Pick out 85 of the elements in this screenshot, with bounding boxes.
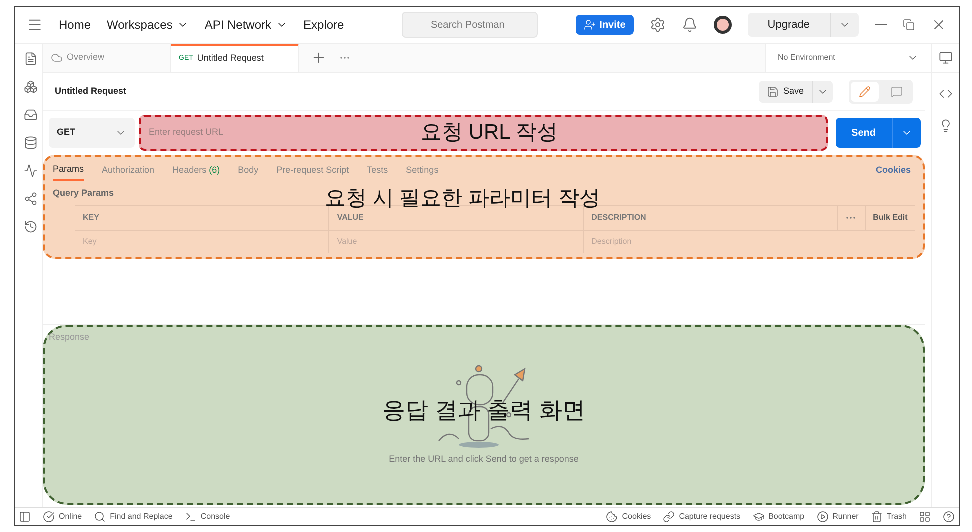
settings-button[interactable]: [650, 17, 666, 33]
environment-icon: [938, 51, 952, 65]
minimize-button[interactable]: [875, 24, 887, 26]
sidebar-button[interactable]: [24, 164, 38, 178]
help-icon: [943, 510, 955, 522]
param-input[interactable]: Key: [83, 236, 163, 248]
environment-button[interactable]: [931, 44, 959, 72]
sidebar-button[interactable]: [24, 108, 38, 122]
sidebar-button[interactable]: [24, 136, 38, 150]
nav-link[interactable]: Explore: [304, 16, 344, 34]
response-title: Response: [49, 331, 90, 344]
link-icon: [663, 510, 676, 522]
url-input[interactable]: Enter request URL: [149, 126, 349, 140]
status-item[interactable]: Find and Replace: [94, 510, 173, 522]
play-icon: [816, 510, 829, 522]
bell-icon: [682, 17, 698, 33]
sidebar-button[interactable]: [24, 80, 38, 94]
document-icon: [24, 52, 38, 66]
panel-icon: [19, 510, 31, 522]
bulk-edit-button[interactable]: Bulk Edit: [864, 206, 915, 230]
column-header: KEY: [83, 212, 100, 224]
grid-icon: [919, 510, 931, 522]
search-input[interactable]: Search Postman: [430, 18, 521, 32]
search-icon: [94, 510, 106, 522]
status-item[interactable]: Cookies: [606, 510, 652, 522]
user-plus-icon: [584, 19, 596, 31]
layout-button[interactable]: [919, 510, 931, 522]
annotation-label: 응답 결과 출력 화면: [382, 396, 586, 425]
save-icon: [767, 86, 780, 98]
column-header: VALUE: [337, 212, 364, 224]
response-hint: Enter the URL and click Send to get a response: [389, 452, 579, 466]
status-item[interactable]: Runner: [816, 510, 859, 522]
annotation-label: 요청 URL 작성: [421, 120, 558, 146]
cloud-icon: [51, 52, 63, 64]
status-item[interactable]: Bootcamp: [752, 510, 805, 522]
minimize-icon: [875, 24, 887, 26]
sidebar-button[interactable]: [24, 192, 38, 206]
history-icon: [24, 220, 38, 234]
annotation-label: 요청 시 필요한 파라미터 작성: [325, 186, 600, 212]
param-input[interactable]: Value: [337, 236, 418, 248]
search-bar[interactable]: Search Postman: [402, 12, 538, 38]
restore-icon: [903, 19, 915, 31]
settings-icon: [650, 17, 666, 33]
request-title: Untitled Request: [55, 84, 128, 98]
menu-button[interactable]: [27, 17, 43, 33]
maximize-button[interactable]: [903, 19, 915, 31]
cookies-link[interactable]: Cookies: [876, 164, 911, 178]
terminal-icon: [184, 510, 197, 522]
environment-select[interactable]: No Environment: [765, 44, 931, 72]
status-item[interactable]: Console: [184, 510, 230, 522]
cubes-icon: [24, 80, 38, 94]
column-header: DESCRIPTION: [592, 212, 646, 224]
code-icon: [938, 87, 952, 101]
avatar[interactable]: [714, 16, 732, 34]
status-item[interactable]: Capture requests: [663, 510, 741, 522]
graduation-cap-icon: [752, 510, 765, 522]
edit-button[interactable]: [851, 82, 879, 102]
status-item[interactable]: Trash: [870, 510, 907, 522]
help-button[interactable]: [943, 510, 955, 522]
param-input[interactable]: Description: [592, 236, 672, 248]
server-icon: [24, 136, 38, 150]
notifications-button[interactable]: [682, 17, 698, 33]
cookie-icon: [606, 510, 618, 522]
pulse-icon: [24, 164, 38, 178]
invite-button[interactable]: Invite: [576, 15, 634, 35]
menu-icon: [27, 17, 43, 33]
check-circle-icon: [43, 510, 55, 522]
comment-icon: [891, 86, 903, 98]
tray-icon: [24, 108, 38, 122]
method-select[interactable]: GET: [49, 118, 135, 148]
section-title: Query Params: [53, 187, 114, 200]
nav-link[interactable]: Workspaces: [107, 16, 189, 34]
sidebar-button[interactable]: [24, 52, 38, 66]
status-item[interactable]: Online: [43, 510, 82, 522]
flow-icon: [24, 192, 38, 206]
request-section-tab[interactable]: Params: [53, 161, 84, 181]
pencil-icon: [859, 86, 871, 98]
trash-icon: [870, 510, 883, 522]
sidebar-toggle[interactable]: [19, 510, 31, 522]
plus-icon: [311, 50, 327, 66]
code-button[interactable]: [938, 87, 952, 101]
nav-link[interactable]: Home: [59, 16, 92, 34]
nav-link[interactable]: API Network: [204, 16, 288, 34]
sidebar-button[interactable]: [24, 220, 38, 234]
url-input-annotation[interactable]: Enter request URL 요청 URL 작성: [139, 115, 828, 151]
